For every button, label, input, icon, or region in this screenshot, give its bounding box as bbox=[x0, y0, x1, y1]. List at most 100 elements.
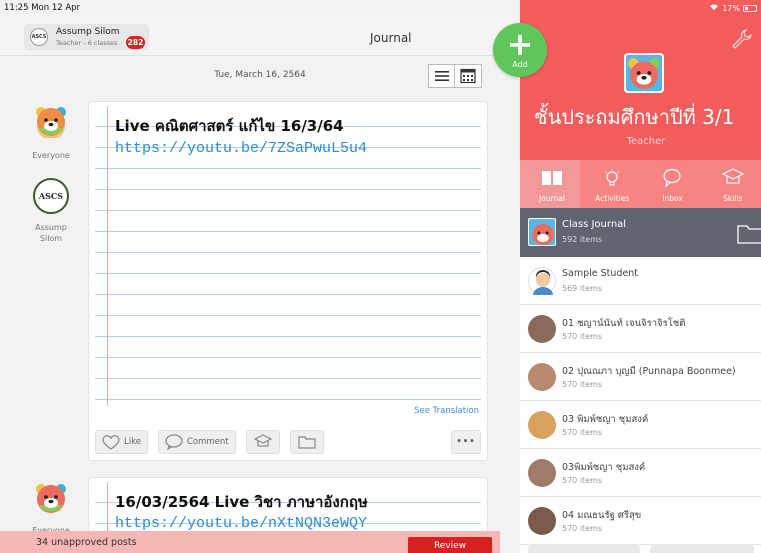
class-avatar[interactable] bbox=[624, 53, 664, 93]
class-journal-avatar bbox=[528, 218, 556, 246]
view-toggle bbox=[428, 64, 482, 88]
page-title: Journal bbox=[370, 31, 412, 45]
student-item[interactable]: 03 พิมพ์ชญา ชุมสงค์ 570 items bbox=[520, 401, 761, 449]
student-item-count: 569 items bbox=[562, 284, 603, 293]
battery-percent: 17% bbox=[722, 3, 740, 13]
student-item[interactable]: 03พิมพ์ชญา ชุมสงค์ 570 items bbox=[520, 449, 761, 497]
post-card: Live คณิตศาสตร์ แก้ไข 16/3/64 https://yo… bbox=[88, 101, 488, 461]
post-link[interactable]: https://youtu.be/nXtNQN3eWQY bbox=[115, 515, 367, 532]
more-options-button[interactable]: ••• bbox=[451, 430, 481, 454]
add-to-folder-button[interactable] bbox=[289, 430, 324, 454]
battery-icon bbox=[743, 4, 757, 12]
add-label: Add bbox=[512, 60, 528, 69]
paper-margin bbox=[107, 106, 108, 406]
class-role: Teacher bbox=[626, 136, 666, 147]
tab-inbox[interactable]: Inbox bbox=[641, 160, 701, 208]
student-item-count: 570 items bbox=[562, 332, 603, 341]
class-journal-count: 592 items bbox=[562, 235, 603, 244]
author-name: Assump Silom bbox=[35, 223, 67, 243]
comment-button[interactable]: Comment bbox=[157, 430, 236, 454]
like-button[interactable]: Like bbox=[95, 430, 148, 454]
class-journal-item[interactable]: Class Journal 592 items bbox=[520, 208, 761, 257]
student-name: 01 ชญาน์นันท์ เจนจิราจิรโชติ bbox=[562, 318, 686, 329]
panel-action-button[interactable] bbox=[650, 545, 754, 553]
wrench-icon[interactable] bbox=[731, 28, 753, 50]
student-item[interactable]: 01 ชญาน์นันท์ เจนจิราจิรโชติ 570 items bbox=[520, 305, 761, 353]
student-item-count: 570 items bbox=[562, 428, 603, 437]
tab-label: Skills bbox=[723, 194, 743, 203]
tab-skills[interactable]: Skills bbox=[701, 160, 761, 208]
wifi-icon bbox=[709, 3, 719, 13]
calendar-view-button[interactable] bbox=[455, 64, 482, 88]
add-button[interactable]: + Add bbox=[493, 23, 547, 77]
student-avatar bbox=[528, 315, 556, 343]
tab-journal[interactable]: Journal bbox=[520, 160, 581, 208]
class-tabs: Journal Activities Inbox Skills bbox=[520, 160, 761, 208]
class-journal-title: Class Journal bbox=[562, 219, 627, 230]
lightbulb-icon bbox=[600, 168, 624, 188]
student-name: 02 ปุณณภา บุญมี (Punnapa Boonmee) bbox=[562, 366, 736, 377]
review-button[interactable]: Review bbox=[408, 537, 492, 553]
everyone-avatar[interactable] bbox=[34, 104, 68, 140]
comment-label: Comment bbox=[186, 437, 229, 447]
panel-bottom-actions bbox=[520, 545, 761, 553]
student-name: 03 พิมพ์ชญา ชุมสงค์ bbox=[562, 414, 649, 425]
calendar-icon bbox=[460, 68, 476, 84]
audience-label: Everyone bbox=[32, 151, 70, 160]
graduation-cap-icon bbox=[253, 434, 272, 447]
comment-bubble-icon bbox=[165, 434, 183, 450]
student-avatar bbox=[528, 267, 556, 295]
unapproved-banner: 34 unapproved posts Review bbox=[0, 531, 500, 553]
rainbow-bear-icon bbox=[36, 107, 66, 140]
tab-activities[interactable]: Activities bbox=[580, 160, 640, 208]
student-avatar bbox=[528, 411, 556, 439]
student-avatar bbox=[528, 363, 556, 391]
school-logo: ASCS bbox=[30, 28, 48, 46]
panel-action-button[interactable] bbox=[528, 545, 640, 553]
folder-icon bbox=[298, 436, 316, 449]
student-avatar bbox=[528, 507, 556, 535]
folder-icon[interactable] bbox=[737, 224, 761, 244]
notification-badge[interactable]: 282 bbox=[126, 36, 145, 49]
class-name: ชั้นประถมศึกษาปีที่ 3/1 bbox=[534, 105, 735, 129]
school-name: Assump Silom bbox=[56, 27, 120, 37]
post-title: 16/03/2564 Live วิชา ภาษาอังกฤษ bbox=[115, 493, 368, 511]
post-title: Live คณิตศาสตร์ แก้ไข 16/3/64 bbox=[115, 117, 344, 135]
unapproved-count: 34 unapproved posts bbox=[36, 537, 137, 548]
student-name: 04 มณธนรัฐ ศรีสุข bbox=[562, 510, 642, 521]
heart-icon bbox=[102, 435, 120, 450]
author-logo[interactable]: ASCS bbox=[33, 178, 69, 214]
tab-label: Journal bbox=[539, 194, 565, 203]
rainbow-bear-icon bbox=[529, 219, 555, 245]
graduation-cap-icon bbox=[721, 168, 745, 188]
post-link[interactable]: https://youtu.be/7ZSaPwuL5u4 bbox=[115, 140, 367, 157]
like-label: Like bbox=[124, 437, 141, 447]
student-item[interactable]: 04 มณธนรัฐ ศรีสุข 570 items bbox=[520, 497, 761, 545]
plus-icon: + bbox=[506, 25, 534, 63]
tab-label: Activities bbox=[595, 194, 630, 203]
student-name: 03พิมพ์ชญา ชุมสงค์ bbox=[562, 462, 646, 473]
status-time: 11:25 Mon 12 Apr bbox=[4, 3, 81, 13]
see-translation-link[interactable]: See Translation bbox=[414, 406, 479, 416]
journal-header: ASCS Assump Silom Teacher - 6 classes 28… bbox=[0, 14, 520, 56]
book-icon bbox=[540, 168, 564, 188]
student-item-count: 570 items bbox=[562, 524, 603, 533]
everyone-avatar-2[interactable] bbox=[34, 481, 68, 515]
rainbow-bear-icon bbox=[626, 55, 662, 91]
tab-label: Inbox bbox=[662, 194, 683, 203]
status-indicators: 17% bbox=[709, 3, 757, 13]
student-name: Sample Student bbox=[562, 268, 639, 279]
student-item-count: 570 items bbox=[562, 476, 603, 485]
student-item-count: 570 items bbox=[562, 380, 603, 389]
skills-award-button[interactable] bbox=[245, 430, 280, 454]
post-paper: Live คณิตศาสตร์ แก้ไข 16/3/64 https://yo… bbox=[95, 106, 481, 406]
school-subtitle: Teacher - 6 classes bbox=[56, 39, 118, 47]
rainbow-bear-icon bbox=[36, 484, 66, 513]
student-item[interactable]: Sample Student 569 items bbox=[520, 257, 761, 305]
student-avatar bbox=[528, 459, 556, 487]
class-panel: ชั้นประถมศึกษาปีที่ 3/1 Teacher Journal … bbox=[520, 0, 761, 553]
chat-icon bbox=[661, 168, 685, 188]
student-item[interactable]: 02 ปุณณภา บุญมี (Punnapa Boonmee) 570 it… bbox=[520, 353, 761, 401]
list-view-button[interactable] bbox=[428, 64, 455, 88]
post-actions: Like Comment ••• bbox=[95, 429, 481, 455]
